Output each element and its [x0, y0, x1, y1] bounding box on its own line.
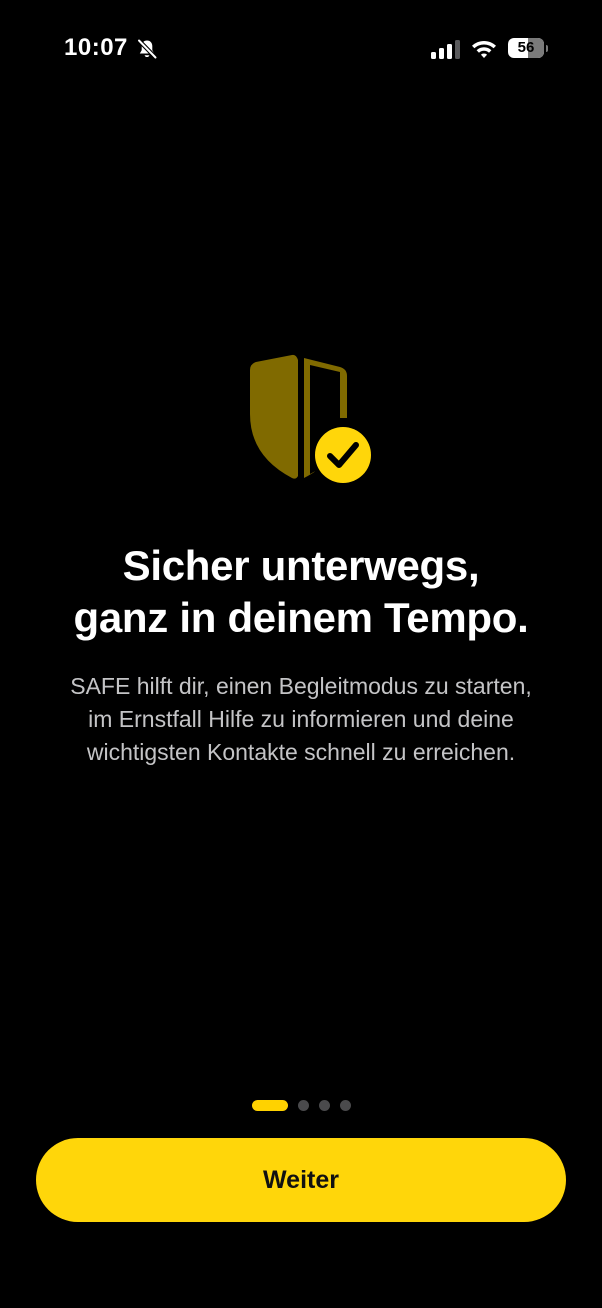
shield-check-icon: [250, 354, 376, 488]
description-line-3: wichtigsten Kontakte schnell zu erreiche…: [86, 739, 516, 765]
page-dot-1-active[interactable]: [252, 1100, 288, 1111]
next-button-label: Weiter: [263, 1165, 339, 1194]
onboarding-headline: Sicher unterwegs, ganz in deinem Tempo.: [0, 540, 602, 644]
battery-body: 56: [508, 38, 544, 58]
headline-line-1: Sicher unterwegs,: [122, 542, 480, 589]
status-time: 10:07: [64, 34, 128, 61]
battery-tip: [546, 45, 548, 52]
headline-line-2: ganz in deinem Tempo.: [73, 594, 529, 641]
status-bar: 10:07 56: [0, 0, 602, 100]
onboarding-description: SAFE hilft dir, einen Begleitmodus zu st…: [0, 670, 602, 769]
description-line-2: im Ernstfall Hilfe zu informieren und de…: [88, 706, 514, 732]
page-dot-4[interactable]: [340, 1100, 351, 1111]
next-button[interactable]: Weiter: [36, 1138, 566, 1222]
battery-level: 56: [517, 39, 535, 56]
description-line-1: SAFE hilft dir, einen Begleitmodus zu st…: [70, 673, 532, 699]
cellular-signal-icon: [431, 40, 460, 59]
wifi-icon: [472, 41, 496, 58]
page-dot-3[interactable]: [319, 1100, 330, 1111]
page-indicator: [252, 1100, 351, 1111]
bell-slash-icon: [136, 38, 158, 60]
page-dot-2[interactable]: [298, 1100, 309, 1111]
battery-icon: 56: [508, 38, 548, 58]
